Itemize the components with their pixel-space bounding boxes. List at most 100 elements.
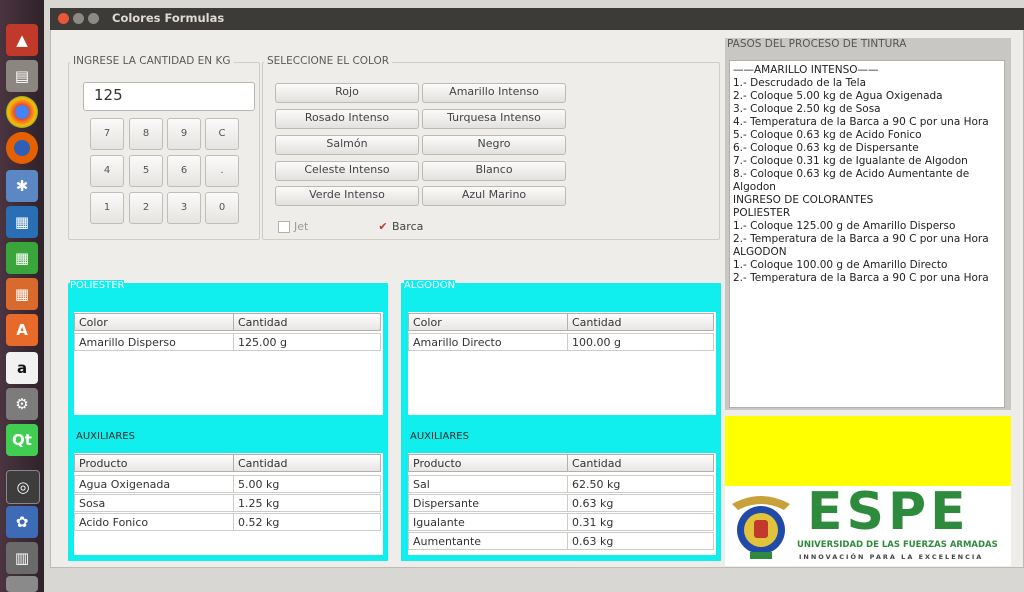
table-row-cell[interactable]: Igualante	[408, 513, 568, 531]
step-line: 7.- Coloque 0.31 kg de Igualante de Algo…	[733, 155, 968, 167]
launcher: ▲ ▤ ✱ ▦ ▦ ▦ A a ⚙ Qt ◎ ✿ ▥	[0, 0, 44, 592]
key-1[interactable]: 1	[90, 192, 124, 224]
key-6[interactable]: 6	[167, 155, 201, 187]
poliester-header-cantidad[interactable]: Cantidad	[233, 313, 381, 331]
step-line: ALGODON	[733, 246, 787, 258]
key-clear[interactable]: C	[205, 118, 239, 150]
step-line: 2.- Coloque 5.00 kg de Agua Oxigenada	[733, 90, 943, 102]
key-5[interactable]: 5	[129, 155, 163, 187]
paw-icon[interactable]: ✿	[6, 506, 38, 538]
steps-title: PASOS DEL PROCESO DE TINTURA	[727, 38, 907, 50]
key-7[interactable]: 7	[90, 118, 124, 150]
poliester-title: POLIESTER	[70, 280, 125, 291]
key-8[interactable]: 8	[129, 118, 163, 150]
table-row-cell[interactable]: 1.25 kg	[233, 494, 381, 512]
quantity-input[interactable]: 125	[83, 82, 255, 111]
jet-checkbox-box[interactable]	[278, 221, 290, 233]
step-line: 4.- Temperatura de la Barca a 90 C por u…	[733, 116, 989, 128]
algodon-aux-header-cantidad[interactable]: Cantidad	[567, 454, 714, 472]
step-line: 5.- Coloque 0.63 kg de Acido Fonico	[733, 129, 922, 141]
title-bar: Colores Formulas	[50, 8, 1024, 30]
step-line: INGRESO DE COLORANTES	[733, 194, 874, 206]
table-row-cell[interactable]: Amarillo Directo	[408, 333, 568, 351]
table-row-cell[interactable]: Amarillo Disperso	[74, 333, 234, 351]
barca-checkbox-box[interactable]: ✔	[378, 221, 388, 232]
minimize-icon[interactable]	[73, 13, 84, 24]
step-line: 1.- Coloque 100.00 g de Amarillo Directo	[733, 259, 948, 271]
color-button-turquesa-intenso[interactable]: Turquesa Intenso	[422, 109, 566, 129]
color-button-salmon[interactable]: Salmón	[275, 135, 419, 155]
table-row-cell[interactable]: 62.50 kg	[567, 475, 714, 493]
calc-icon[interactable]: ▦	[6, 242, 38, 274]
table-row-cell[interactable]: Sosa	[74, 494, 234, 512]
color-button-amarillo-intenso[interactable]: Amarillo Intenso	[422, 83, 566, 103]
jet-checkbox[interactable]: Jet	[278, 220, 308, 233]
writer-icon[interactable]: ▦	[6, 206, 38, 238]
chrome-icon[interactable]	[6, 96, 38, 128]
close-icon[interactable]	[58, 13, 69, 24]
barca-checkbox[interactable]: ✔ Barca	[378, 220, 423, 233]
poliester-aux-header-producto[interactable]: Producto	[74, 454, 234, 472]
step-line: 1.- Coloque 125.00 g de Amarillo Dispers…	[733, 220, 956, 232]
table-row-cell[interactable]: Agua Oxigenada	[74, 475, 234, 493]
table-row-cell[interactable]: 5.00 kg	[233, 475, 381, 493]
color-button-celeste-intenso[interactable]: Celeste Intenso	[275, 161, 419, 181]
files-icon[interactable]: ▤	[6, 60, 38, 92]
table-row-cell[interactable]: Dispersante	[408, 494, 568, 512]
table-row-cell[interactable]: 100.00 g	[567, 333, 714, 351]
table-row-cell[interactable]: Aumentante	[408, 532, 568, 550]
table-row-cell[interactable]: 0.63 kg	[567, 532, 714, 550]
color-button-rojo[interactable]: Rojo	[275, 83, 419, 103]
key-9[interactable]: 9	[167, 118, 201, 150]
algodon-aux-header-producto[interactable]: Producto	[408, 454, 568, 472]
logo-tagline: INNOVACIÓN PARA LA EXCELENCIA	[799, 553, 984, 561]
step-line: POLIESTER	[733, 207, 791, 219]
algodon-header-color[interactable]: Color	[408, 313, 568, 331]
poliester-aux-table: Producto Cantidad Agua Oxigenada 5.00 kg…	[74, 453, 383, 555]
jet-checkbox-label: Jet	[294, 220, 309, 233]
key-0[interactable]: 0	[205, 192, 239, 224]
maximize-icon[interactable]	[88, 13, 99, 24]
key-3[interactable]: 3	[167, 192, 201, 224]
espe-logo: ESPE UNIVERSIDAD DE LAS FUERZAS ARMADAS …	[725, 482, 1011, 566]
step-line: 2.- Temperatura de la Barca a 90 C por u…	[733, 233, 989, 245]
amazon-icon[interactable]: a	[6, 352, 38, 384]
table-row-cell[interactable]: 0.31 kg	[567, 513, 714, 531]
table-row-cell[interactable]: 0.52 kg	[233, 513, 381, 531]
software-center-icon[interactable]: A	[6, 314, 38, 346]
algodon-title: ALGODON	[404, 280, 456, 291]
step-line: Algodon	[733, 181, 776, 193]
workspace-icon[interactable]: ▥	[6, 542, 38, 574]
table-row-cell[interactable]: Acido Fonico	[74, 513, 234, 531]
poliester-aux-header-cantidad[interactable]: Cantidad	[233, 454, 381, 472]
qt-creator-icon[interactable]: Qt	[6, 424, 38, 456]
algodon-aux-table: Producto Cantidad Sal 62.50 kg Dispersan…	[408, 453, 716, 555]
barca-checkbox-label: Barca	[392, 220, 424, 233]
app-icon[interactable]: ◎	[6, 470, 40, 504]
table-row-cell[interactable]: 125.00 g	[233, 333, 381, 351]
logo-subtitle: UNIVERSIDAD DE LAS FUERZAS ARMADAS	[797, 540, 998, 550]
system-settings-icon[interactable]: ⚙	[6, 388, 38, 420]
poliester-header-color[interactable]: Color	[74, 313, 234, 331]
color-button-rosado-intenso[interactable]: Rosado Intenso	[275, 109, 419, 129]
table-row-cell[interactable]: 0.63 kg	[567, 494, 714, 512]
step-line: ——AMARILLO INTENSO——	[733, 64, 879, 76]
color-button-blanco[interactable]: Blanco	[422, 161, 566, 181]
poliester-aux-title: AUXILIARES	[76, 431, 135, 442]
trash-icon[interactable]	[6, 576, 38, 592]
table-row-cell[interactable]: Sal	[408, 475, 568, 493]
algodon-header-cantidad[interactable]: Cantidad	[567, 313, 714, 331]
quantity-group-title: INGRESE LA CANTIDAD EN KG	[70, 55, 234, 67]
color-button-negro[interactable]: Negro	[422, 135, 566, 155]
color-button-azul-marino[interactable]: Azul Marino	[422, 186, 566, 206]
key-2[interactable]: 2	[129, 192, 163, 224]
key-4[interactable]: 4	[90, 155, 124, 187]
firefox-icon[interactable]	[6, 132, 38, 164]
key-dot[interactable]: .	[205, 155, 239, 187]
steps-text-area[interactable]: ——AMARILLO INTENSO—— 1.- Descrudado de l…	[729, 60, 1005, 408]
step-line: 1.- Descrudado de la Tela	[733, 77, 867, 89]
settings-icon[interactable]: ✱	[6, 170, 38, 202]
color-button-verde-intenso[interactable]: Verde Intenso	[275, 186, 419, 206]
ubuntu-dash-icon[interactable]: ▲	[6, 24, 38, 56]
impress-icon[interactable]: ▦	[6, 278, 38, 310]
